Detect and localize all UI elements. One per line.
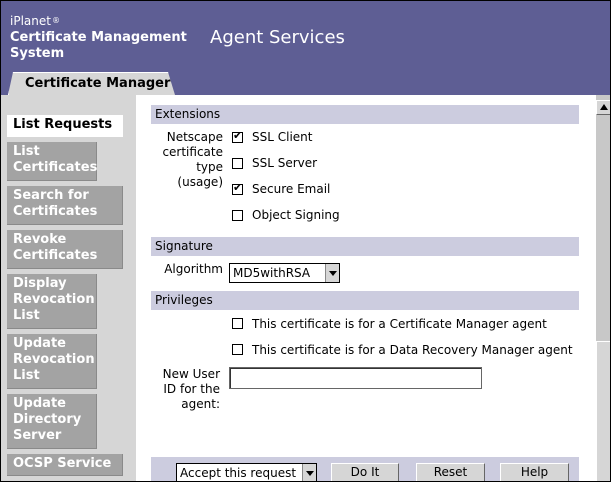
sidebar-item-search-certificates[interactable]: Search for Certificates (7, 186, 123, 225)
brand-line2: System (10, 46, 65, 61)
chevron-down-icon (302, 464, 316, 481)
sidebar-item-label: OCSP Service (13, 456, 112, 471)
action-select[interactable]: Accept this request (176, 463, 317, 481)
brand-iplanet-text: iPlanet (10, 14, 51, 28)
do-it-button[interactable]: Do It (331, 463, 399, 481)
checkbox-object-signing[interactable] (232, 210, 243, 221)
scroll-thumb[interactable] (596, 341, 610, 481)
sidebar: List Requests List Certificates Search f… (1, 95, 136, 481)
sidebar-item-label: Update Directory Server (13, 396, 82, 443)
scroll-up-arrow-icon[interactable] (596, 100, 610, 115)
sidebar-item-label: Update Revocation List (13, 336, 95, 383)
sidebar-item-display-revocation-list[interactable]: Display Revocation List (7, 274, 97, 329)
checkbox-cm-agent[interactable] (232, 318, 243, 329)
new-user-id-label: New User ID for the agent: (162, 367, 220, 411)
ssl-client-label: SSL Client (252, 130, 313, 144)
sidebar-item-revoke-certificates[interactable]: Revoke Certificates (7, 230, 123, 269)
drm-agent-label: This certificate is for a Data Recovery … (252, 343, 573, 357)
app-window: iPlanet® Certificate Management System A… (0, 0, 611, 482)
netscape-cert-type-label: Netscape certificate type (usage) (162, 130, 223, 189)
tab-label: Certificate Manager (25, 76, 171, 91)
section-signature: Signature (151, 237, 579, 256)
reset-button[interactable]: Reset (416, 463, 485, 481)
ssl-server-label: SSL Server (252, 156, 318, 170)
algorithm-value: MD5withRSA (233, 266, 311, 280)
sidebar-item-label: List Certificates (13, 144, 98, 175)
brand-line1: Certificate Management (10, 30, 187, 45)
checkbox-secure-email[interactable] (232, 181, 243, 195)
registered-mark: ® (51, 16, 60, 25)
section-extensions: Extensions (151, 105, 579, 124)
sidebar-item-list-certificates[interactable]: List Certificates (7, 142, 97, 181)
algorithm-label: Algorithm (164, 262, 223, 276)
sidebar-item-label: Revoke Certificates (13, 232, 98, 263)
new-user-id-input[interactable] (229, 367, 482, 389)
chevron-down-icon (325, 264, 339, 282)
sidebar-item-update-revocation-list[interactable]: Update Revocation List (7, 334, 97, 389)
object-signing-label: Object Signing (252, 208, 340, 222)
header: iPlanet® Certificate Management System A… (1, 1, 610, 95)
sidebar-item-list-requests[interactable]: List Requests (7, 115, 123, 137)
tab-certificate-manager[interactable]: Certificate Manager (8, 72, 175, 95)
secure-email-label: Secure Email (252, 182, 331, 196)
main-content: Extensions Netscape certificate type (us… (136, 95, 596, 481)
algorithm-select[interactable]: MD5withRSA (229, 263, 340, 283)
page-title: Agent Services (210, 27, 345, 48)
checkbox-ssl-server[interactable] (232, 158, 243, 169)
vertical-scrollbar[interactable] (596, 95, 610, 481)
sidebar-item-label: Display Revocation List (13, 276, 95, 323)
sidebar-item-update-directory-server[interactable]: Update Directory Server (7, 394, 97, 449)
sidebar-item-ocsp-service[interactable]: OCSP Service (7, 454, 123, 476)
section-privileges: Privileges (151, 291, 579, 310)
help-button[interactable]: Help (500, 463, 569, 481)
action-select-value: Accept this request (180, 466, 297, 480)
sidebar-item-label: List Requests (13, 117, 113, 132)
action-bar: Accept this request Do It Reset Help (151, 457, 579, 481)
cm-agent-label: This certificate is for a Certificate Ma… (252, 317, 547, 331)
brand-iplanet: iPlanet® (10, 14, 60, 28)
checkbox-ssl-client[interactable] (232, 129, 243, 143)
checkbox-drm-agent[interactable] (232, 344, 243, 355)
sidebar-item-label: Search for Certificates (13, 188, 98, 219)
